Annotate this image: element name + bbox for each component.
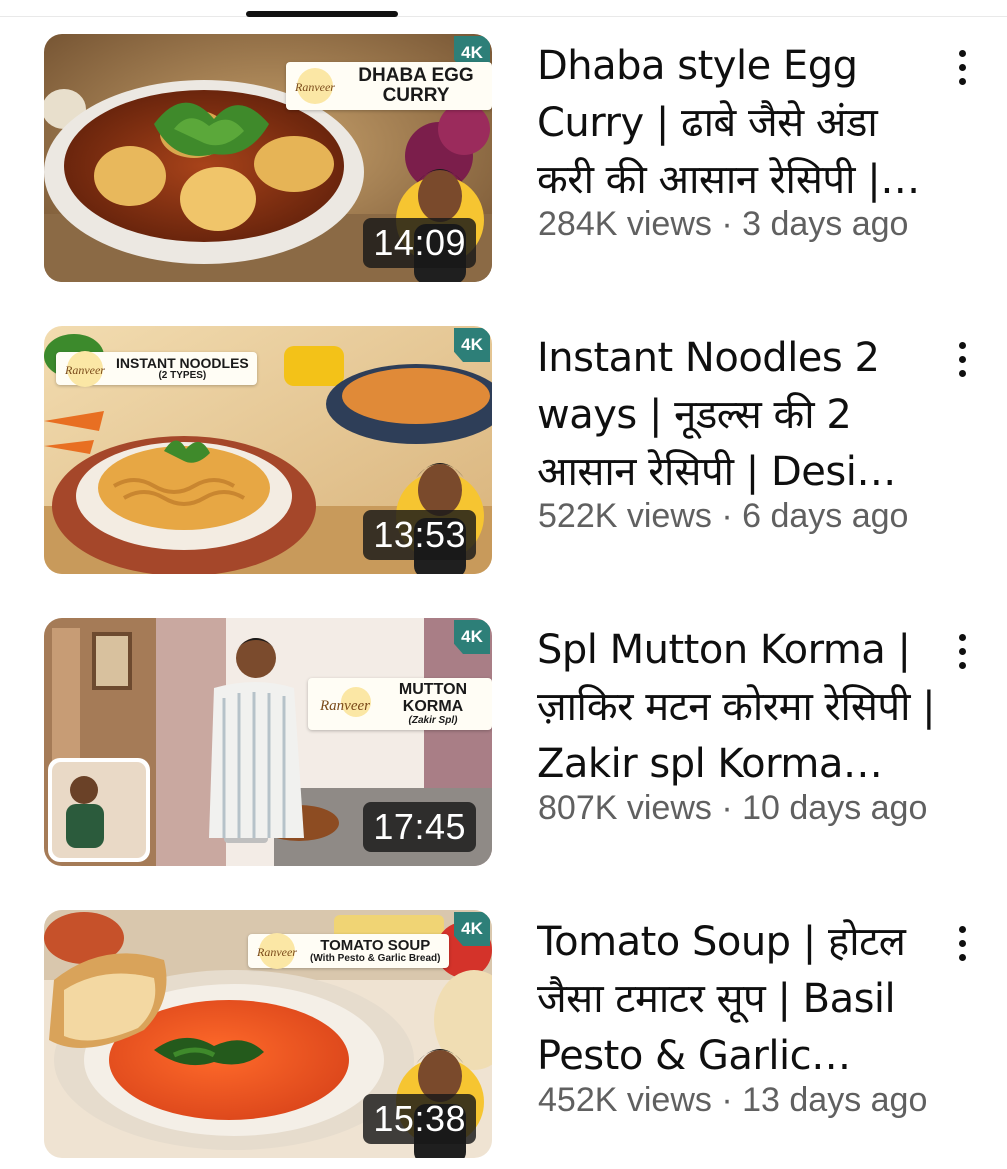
video-title[interactable]: Tomato Soup | होटल जैसा टमाटर सूप | Basi… <box>537 914 937 1085</box>
thumbnail-title-sub: (Zakir Spl) <box>408 714 458 726</box>
video-meta: 452K views · 13 days ago <box>538 1081 927 1120</box>
channel-logo-icon: Ranveer <box>64 350 105 387</box>
channel-logo-icon: Ranveer <box>319 687 371 718</box>
meta-separator: · <box>721 497 743 535</box>
4k-badge: 4K <box>454 912 490 946</box>
video-item[interactable]: 4K Ranveer TOMATO SOUP (With Pesto & Gar… <box>0 910 1007 1160</box>
upload-age: 10 days ago <box>742 789 928 827</box>
thumbnail-title-text: INSTANT NOODLES (2 TYPES) <box>116 356 249 381</box>
meta-separator: · <box>721 205 743 243</box>
thumbnail-title-main: TOMATO SOUP <box>320 937 431 954</box>
thumbnail-title-card: Ranveer MUTTON KORMA (Zakir Spl) <box>308 678 492 731</box>
view-count: 452K views <box>538 1081 712 1119</box>
more-vert-icon[interactable] <box>944 40 980 94</box>
video-meta: 807K views · 10 days ago <box>538 789 927 828</box>
video-thumbnail[interactable]: 4K Ranveer MUTTON KORMA (Zakir Spl) 17:4… <box>44 618 492 866</box>
svg-text:Ranveer: Ranveer <box>319 698 370 714</box>
video-meta: 522K views · 6 days ago <box>538 497 908 536</box>
4k-badge: 4K <box>454 620 490 654</box>
view-count: 807K views <box>538 789 712 827</box>
upload-age: 13 days ago <box>742 1081 928 1119</box>
thumbnail-title-text: TOMATO SOUP (With Pesto & Garlic Bread) <box>310 938 441 964</box>
svg-text:Ranveer: Ranveer <box>64 363 105 377</box>
thumbnail-title-sub: (2 TYPES) <box>158 369 207 381</box>
duration-badge: 15:38 <box>363 1094 476 1144</box>
thumbnail-title-text: MUTTON KORMA (Zakir Spl) <box>384 681 482 726</box>
more-vert-icon[interactable] <box>944 916 980 970</box>
thumbnail-title-card: Ranveer TOMATO SOUP (With Pesto & Garlic… <box>248 933 449 970</box>
channel-logo-icon: Ranveer <box>294 67 335 104</box>
video-title[interactable]: Spl Mutton Korma | ज़ाकिर मटन कोरमा रेसि… <box>537 622 937 793</box>
view-count: 522K views <box>538 497 712 535</box>
svg-text:Ranveer: Ranveer <box>294 80 335 94</box>
video-item[interactable]: 4K Ranveer INSTANT NOODLES (2 TYPES) 13:… <box>0 326 1007 576</box>
view-count: 284K views <box>538 205 712 243</box>
video-title[interactable]: Dhaba style Egg Curry | ढाबे जैसे अंडा क… <box>537 38 937 209</box>
video-item[interactable]: 4K Ranveer MUTTON KORMA (Zakir Spl) 17:4… <box>0 618 1007 868</box>
drag-handle[interactable] <box>246 11 398 17</box>
video-meta: 284K views · 3 days ago <box>538 205 908 244</box>
upload-age: 3 days ago <box>742 205 909 243</box>
meta-separator: · <box>721 789 743 827</box>
4k-badge: 4K <box>454 328 490 362</box>
svg-text:Ranveer: Ranveer <box>256 945 297 959</box>
thumbnail-title-sub: (With Pesto & Garlic Bread) <box>310 952 441 964</box>
duration-badge: 17:45 <box>363 802 476 852</box>
meta-separator: · <box>721 1081 743 1119</box>
duration-badge: 13:53 <box>363 510 476 560</box>
video-thumbnail[interactable]: 4K Ranveer DHABA EGG CURRY 14:09 <box>44 34 492 282</box>
video-thumbnail[interactable]: 4K Ranveer INSTANT NOODLES (2 TYPES) 13:… <box>44 326 492 574</box>
thumbnail-title-card: Ranveer DHABA EGG CURRY <box>286 62 492 110</box>
video-thumbnail[interactable]: 4K Ranveer TOMATO SOUP (With Pesto & Gar… <box>44 910 492 1158</box>
thumbnail-title-card: Ranveer INSTANT NOODLES (2 TYPES) <box>56 350 257 387</box>
thumbnail-title-main: INSTANT NOODLES <box>116 355 249 371</box>
top-divider <box>0 16 1007 17</box>
video-title[interactable]: Instant Noodles 2 ways | नूडल्स की 2 आसा… <box>537 330 937 501</box>
duration-badge: 14:09 <box>363 218 476 268</box>
video-item[interactable]: 4K Ranveer DHABA EGG CURRY 14:09 Dhaba s… <box>0 34 1007 284</box>
channel-logo-icon: Ranveer <box>256 933 297 970</box>
upload-age: 6 days ago <box>742 497 909 535</box>
thumbnail-title-main: MUTTON KORMA <box>398 681 468 715</box>
more-vert-icon[interactable] <box>944 332 980 386</box>
more-vert-icon[interactable] <box>944 624 980 678</box>
thumbnail-title-text: DHABA EGG CURRY <box>358 65 474 106</box>
drag-handle-area[interactable] <box>0 0 1007 20</box>
